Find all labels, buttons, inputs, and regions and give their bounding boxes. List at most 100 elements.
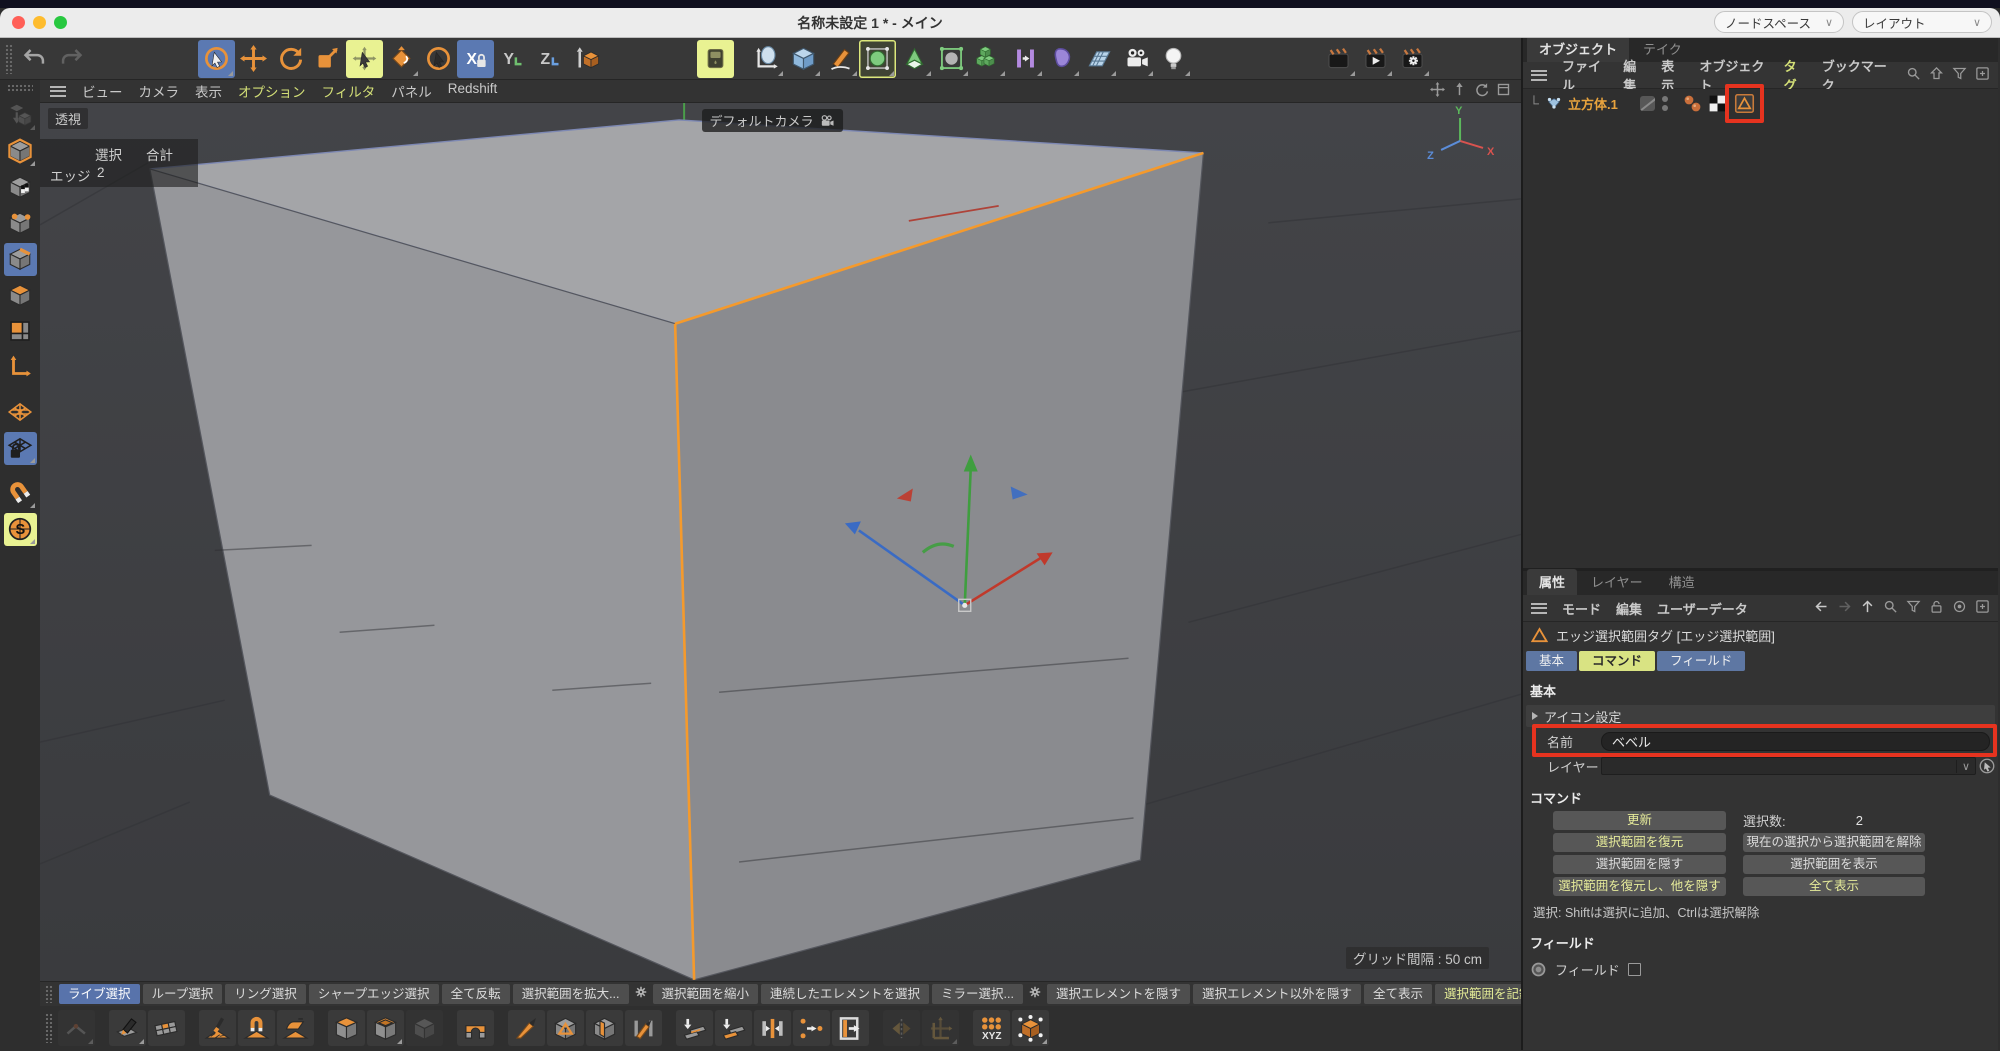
- lock-z-axis-icon[interactable]: Z: [531, 40, 568, 78]
- render-clapper-icon[interactable]: [1320, 40, 1357, 78]
- layer-chip[interactable]: [1640, 96, 1655, 111]
- floor-icon[interactable]: [1081, 40, 1118, 78]
- field-checkbox[interactable]: [1628, 963, 1641, 976]
- icon-settings-group[interactable]: アイコン設定: [1526, 705, 1995, 727]
- camera-badge[interactable]: デフォルトカメラ: [702, 109, 843, 132]
- add-panel-icon[interactable]: [1975, 599, 1990, 617]
- inset-icon[interactable]: [832, 1010, 869, 1046]
- rotate-view-icon[interactable]: [1474, 82, 1489, 100]
- join-points-icon[interactable]: [58, 1010, 95, 1046]
- menu-item-camera-menu[interactable]: カメラ: [139, 81, 180, 101]
- filter-icon[interactable]: [1906, 599, 1921, 617]
- lock-y-axis-icon[interactable]: Y: [494, 40, 531, 78]
- maximize-view-icon[interactable]: [1496, 82, 1511, 100]
- filter-icon[interactable]: [1952, 66, 1967, 84]
- tab-attributes[interactable]: 属性: [1527, 569, 1577, 595]
- invert-all-button[interactable]: 全て反転: [442, 984, 510, 1004]
- viewport-menu-icon[interactable]: [50, 86, 66, 97]
- edge-mode-icon[interactable]: [4, 243, 37, 276]
- selection-tool-icon[interactable]: [420, 40, 457, 78]
- smooth-shift-icon[interactable]: [406, 1010, 443, 1046]
- tweak-mode-icon[interactable]: [346, 40, 383, 78]
- attribute-menu-icon[interactable]: [1531, 603, 1547, 614]
- rotate-tool-icon[interactable]: [272, 40, 309, 78]
- spline-pen-icon[interactable]: [822, 40, 859, 78]
- track-icon[interactable]: [1952, 599, 1967, 617]
- tab-structure[interactable]: 構造: [1657, 569, 1707, 595]
- polygon-mode-icon[interactable]: [4, 279, 37, 312]
- lock-workplane-icon[interactable]: [4, 432, 37, 465]
- menu-item-view-menu[interactable]: ビュー: [82, 81, 123, 101]
- make-editable-icon[interactable]: [4, 99, 37, 132]
- select-connected-button[interactable]: 連続したエレメントを選択: [761, 984, 929, 1004]
- render-picture-viewer-icon[interactable]: [1357, 40, 1394, 78]
- restore-hide-others-button[interactable]: 選択範囲を復元し、他を隠す: [1553, 877, 1726, 896]
- workplane-icon[interactable]: [4, 396, 37, 429]
- transform-box-icon[interactable]: [1012, 1010, 1049, 1046]
- field-icon[interactable]: [1044, 40, 1081, 78]
- dolly-view-icon[interactable]: [1452, 82, 1467, 100]
- menu-item-redshift-menu[interactable]: Redshift: [448, 81, 498, 101]
- show-all-button[interactable]: 全て表示: [1743, 877, 1925, 896]
- live-selection-button[interactable]: ライブ選択: [59, 984, 140, 1004]
- search-icon[interactable]: [1883, 599, 1898, 617]
- model-mode-icon[interactable]: [4, 135, 37, 168]
- simulation-cube-icon[interactable]: [383, 40, 420, 78]
- cube-object-icon[interactable]: [1545, 92, 1563, 115]
- scale-tool-icon[interactable]: [309, 40, 346, 78]
- edge-selection-tag-icon[interactable]: [1734, 93, 1755, 114]
- hide-selection-button[interactable]: 選択範囲を隠す: [1553, 855, 1726, 874]
- scroll-to-first-icon[interactable]: [1929, 66, 1944, 84]
- lock-icon[interactable]: [1929, 599, 1944, 617]
- bridge-icon[interactable]: [457, 1010, 494, 1046]
- deselect-from-current-button[interactable]: 現在の選択から選択範囲を解除: [1743, 833, 1925, 852]
- field-radio-icon[interactable]: [1530, 961, 1547, 978]
- dock-drag-handle[interactable]: [7, 84, 33, 93]
- enable-axis-icon[interactable]: [4, 351, 37, 384]
- subdivision-surface-icon[interactable]: [859, 40, 896, 78]
- nodespace-dropdown[interactable]: ノードスペース∨: [1714, 11, 1844, 33]
- set-point-value-icon[interactable]: XYZ: [973, 1010, 1010, 1046]
- uv-mode-icon[interactable]: [4, 315, 37, 348]
- record-selection-button[interactable]: 選択範囲を記録: [1435, 984, 1521, 1004]
- point-mode-icon[interactable]: [4, 207, 37, 240]
- phong-tag-icon[interactable]: [1682, 93, 1703, 114]
- render-settings-icon[interactable]: [1394, 40, 1431, 78]
- snap-settings-icon[interactable]: S: [4, 513, 37, 546]
- volume-icon[interactable]: [970, 40, 1007, 78]
- line-cut-icon[interactable]: [625, 1010, 662, 1046]
- object-row-cube[interactable]: └ 立方体.1: [1523, 89, 1998, 117]
- layer-dropdown[interactable]: ∨: [1601, 757, 1976, 775]
- search-icon[interactable]: [1906, 66, 1921, 84]
- undo-icon[interactable]: [16, 40, 53, 78]
- pan-view-icon[interactable]: [1430, 82, 1445, 100]
- shrink-selection-button[interactable]: 選択範囲を縮小: [653, 984, 759, 1004]
- primitive-cube-icon[interactable]: [785, 40, 822, 78]
- viewport-canvas[interactable]: Y X Z 透視 デフォルトカメラ 選択 合計: [40, 103, 1521, 981]
- cloner-icon[interactable]: [1007, 40, 1044, 78]
- selbar-drag-handle[interactable]: [45, 985, 53, 1003]
- restore-selection-button[interactable]: 選択範囲を復元: [1553, 833, 1726, 852]
- ring-selection-button[interactable]: リング選択: [225, 984, 306, 1004]
- generator-icon[interactable]: [896, 40, 933, 78]
- quad-strip-icon[interactable]: [148, 1010, 185, 1046]
- show-all-button[interactable]: 全て表示: [1364, 984, 1432, 1004]
- hide-selected-button[interactable]: 選択エレメントを隠す: [1047, 984, 1190, 1004]
- menu-item-filter-menu[interactable]: フィルタ: [322, 81, 376, 101]
- weld-icon[interactable]: [754, 1010, 791, 1046]
- bevel-icon[interactable]: [547, 1010, 584, 1046]
- extrude-inner-icon[interactable]: [367, 1010, 404, 1046]
- extrude-icon[interactable]: [328, 1010, 365, 1046]
- camera-icon[interactable]: [1118, 40, 1155, 78]
- axis-transform-icon[interactable]: [922, 1010, 959, 1046]
- live-selection-icon[interactable]: [198, 40, 235, 78]
- tab-field[interactable]: フィールド: [1657, 651, 1745, 671]
- knife-icon[interactable]: [508, 1010, 545, 1046]
- polygon-pen-icon[interactable]: [109, 1010, 146, 1046]
- lock-x-axis-icon[interactable]: X: [457, 40, 494, 78]
- deformer-icon[interactable]: [933, 40, 970, 78]
- add-panel-icon[interactable]: [1975, 66, 1990, 84]
- menu-item-mode-menu[interactable]: モード: [1562, 599, 1601, 618]
- toolbar-drag-handle[interactable]: [5, 44, 13, 74]
- object-name[interactable]: 立方体.1: [1568, 94, 1618, 113]
